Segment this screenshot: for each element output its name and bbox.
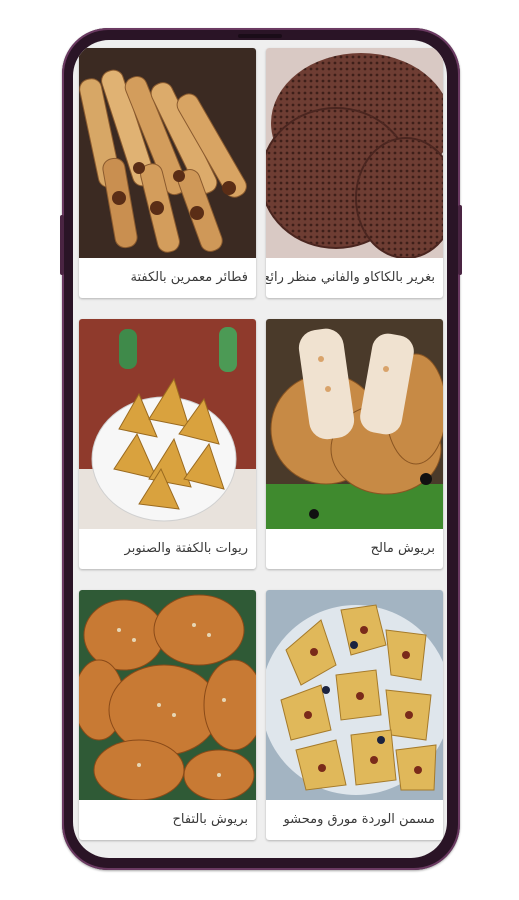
recipe-card[interactable]: فطائر معمرين بالكفتة (79, 48, 256, 298)
stuffed-msemen-photo (266, 590, 443, 800)
volume-button (60, 215, 64, 275)
phone-speaker (238, 34, 282, 38)
power-button (458, 205, 462, 275)
recipe-title: مسمن الوردة مورق ومحشو (283, 812, 435, 827)
recipe-card[interactable]: مسمن الوردة مورق ومحشو (266, 590, 443, 840)
savory-brioche-photo (266, 319, 443, 529)
kefta-briouats-photo (79, 319, 256, 529)
recipe-title: فطائر معمرين بالكفتة (130, 270, 248, 285)
kefta-rolls-photo (79, 48, 256, 258)
recipe-title: بريوش بالتفاح (172, 812, 248, 827)
recipe-title: بريوش مالح (370, 541, 435, 556)
apple-brioche-photo (79, 590, 256, 800)
app-screen: بغرير بالكاكاو والفاني منظر رائع فطائر م… (73, 40, 447, 858)
recipe-card[interactable]: بريوش بالتفاح (79, 590, 256, 840)
cocoa-baghrir-photo (266, 48, 443, 258)
recipe-title: ريوات بالكفتة والصنوبر (124, 541, 248, 556)
recipe-card[interactable]: ريوات بالكفتة والصنوبر (79, 319, 256, 569)
recipe-title: بغرير بالكاكاو والفاني منظر رائع (266, 270, 435, 285)
recipe-card[interactable]: بغرير بالكاكاو والفاني منظر رائع (266, 48, 443, 298)
recipe-grid: بغرير بالكاكاو والفاني منظر رائع فطائر م… (73, 40, 447, 858)
recipe-card[interactable]: بريوش مالح (266, 319, 443, 569)
